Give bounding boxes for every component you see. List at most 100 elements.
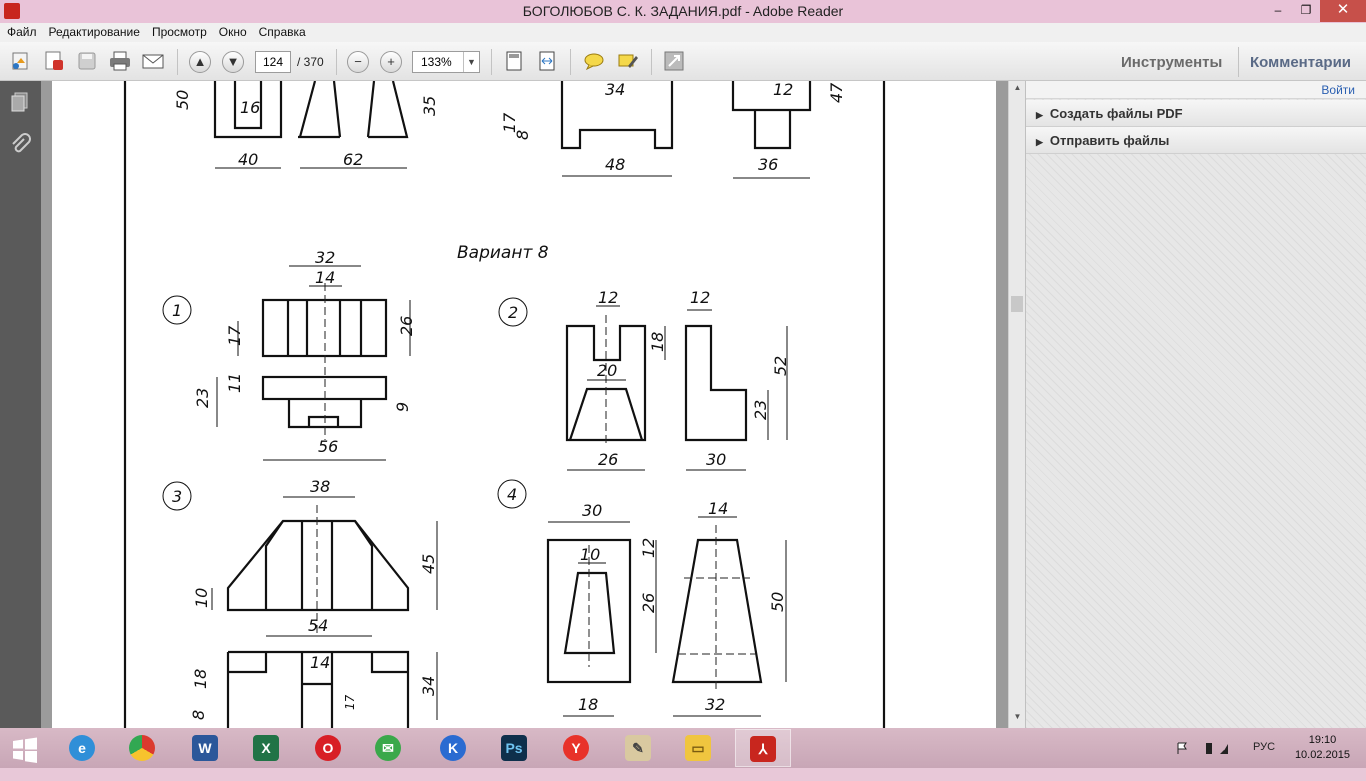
open-file-icon[interactable] [9, 50, 33, 74]
minimize-button[interactable]: – [1264, 0, 1292, 22]
chevron-down-icon[interactable]: ▼ [463, 52, 479, 72]
scroll-up-icon[interactable]: ▲ [1009, 83, 1026, 97]
dim-label: 30 [706, 450, 726, 469]
toolbar-separator [177, 49, 178, 75]
page-total: / 370 [297, 55, 324, 69]
comment-icon[interactable] [582, 50, 606, 74]
zoom-select[interactable]: 133% ▼ [412, 51, 480, 73]
yandex-browser-icon[interactable]: Y [548, 729, 604, 767]
dim-label: 47 [827, 82, 846, 103]
dim-label: 10 [580, 545, 600, 564]
menu-view[interactable]: Просмотр [145, 23, 212, 42]
print-icon[interactable] [108, 50, 132, 74]
dim-label: 16 [240, 98, 260, 117]
close-button[interactable]: ✕ [1320, 0, 1366, 22]
dim-label: 12 [598, 288, 618, 307]
dim-label: 40 [238, 150, 258, 169]
menu-edit[interactable]: Редактирование [42, 23, 145, 42]
technical-drawing: Вариант 8 50 16 40 62 35 17 8 34 48 12 4… [123, 81, 886, 728]
dim-label: 50 [768, 592, 787, 612]
menu-help[interactable]: Справка [252, 23, 311, 42]
clock-time: 19:10 [1308, 734, 1337, 746]
zoom-in-button[interactable]: + [380, 51, 402, 73]
dim-label: 18 [191, 669, 210, 689]
dim-label: 35 [420, 96, 439, 116]
save-icon[interactable] [75, 50, 99, 74]
word-icon[interactable]: W [177, 729, 233, 767]
send-files-section[interactable]: ▶ Отправить файлы [1026, 127, 1366, 154]
dim-label: 32 [705, 695, 725, 714]
dim-label: 36 [758, 155, 778, 174]
dim-label: 12 [639, 538, 658, 558]
menu-file[interactable]: Файл [0, 23, 42, 42]
variant-title: Вариант 8 [457, 243, 549, 263]
fullscreen-icon[interactable] [662, 50, 686, 74]
comments-tab[interactable]: Комментарии [1250, 54, 1351, 71]
dim-label: 9 [393, 402, 412, 412]
pdf-page: Вариант 8 50 16 40 62 35 17 8 34 48 12 4… [52, 81, 996, 728]
toolbar-separator [491, 49, 492, 75]
messenger-icon[interactable]: ✉ [360, 729, 416, 767]
dim-label: 30 [582, 501, 602, 520]
photoshop-icon[interactable]: Ps [486, 729, 542, 767]
dim-label: 54 [308, 616, 328, 635]
highlight-icon[interactable] [615, 50, 639, 74]
scroll-down-icon[interactable]: ▼ [1009, 712, 1026, 726]
menu-window[interactable]: Окно [212, 23, 252, 42]
restore-button[interactable]: ❐ [1292, 0, 1320, 22]
tools-tab[interactable]: Инструменты [1121, 54, 1222, 71]
dim-label: 17 [343, 694, 357, 710]
internet-explorer-icon[interactable]: e [54, 729, 110, 767]
dim-label: 62 [343, 150, 363, 169]
toolbar: ▲ ▼ 124 / 370 − + 133% ▼ Инструменты Ком… [0, 42, 1366, 81]
fit-width-icon[interactable] [535, 50, 559, 74]
start-button[interactable] [0, 729, 50, 767]
attachments-icon[interactable] [9, 133, 31, 155]
document-area[interactable]: Вариант 8 50 16 40 62 35 17 8 34 48 12 4… [41, 81, 1008, 728]
vertical-scrollbar[interactable]: ▲ ▼ [1008, 81, 1025, 728]
section-label: Отправить файлы [1049, 133, 1170, 148]
page-thumbnails-icon[interactable] [9, 91, 31, 113]
previous-page-button[interactable]: ▲ [189, 51, 211, 73]
create-pdf-section[interactable]: ▶ Создать файлы PDF [1026, 100, 1366, 127]
dim-label: 10 [192, 588, 211, 608]
language-indicator[interactable]: РУС [1253, 741, 1275, 781]
opera-icon[interactable]: O [300, 729, 356, 767]
dim-label: 14 [708, 499, 728, 518]
dim-label: 14 [315, 268, 335, 287]
dim-label: 14 [310, 653, 330, 672]
toolbar-separator [651, 49, 652, 75]
dim-label: 20 [597, 361, 617, 380]
dim-label: 17 [225, 325, 244, 346]
dim-label: 26 [397, 316, 416, 336]
tray-icons[interactable] [1176, 740, 1246, 780]
expand-arrow-icon: ▶ [1036, 110, 1043, 120]
title-bar: БОГОЛЮБОВ С. К. ЗАДАНИЯ.pdf - Adobe Read… [0, 0, 1366, 23]
page-number-input[interactable]: 124 [255, 51, 291, 73]
adobe-reader-taskbar-icon[interactable]: ⅄ [735, 729, 791, 767]
task-number: 2 [508, 303, 518, 322]
excel-icon[interactable]: X [238, 729, 294, 767]
toolbar-separator [570, 49, 571, 75]
menu-bar: Файл Редактирование Просмотр Окно Справк… [0, 23, 1366, 42]
notepad-icon[interactable]: ✎ [610, 729, 666, 767]
system-clock[interactable]: 19:10 10.02.2015 [1295, 733, 1350, 763]
task-number: 1 [172, 301, 182, 320]
sign-in-link[interactable]: Войти [1026, 81, 1366, 99]
task-number: 3 [172, 487, 182, 506]
create-pdf-icon[interactable] [42, 50, 66, 74]
zoom-out-button[interactable]: − [347, 51, 369, 73]
email-icon[interactable] [141, 50, 165, 74]
dim-label: 50 [173, 90, 192, 110]
fit-page-icon[interactable] [502, 50, 526, 74]
scroll-thumb[interactable] [1011, 296, 1023, 312]
window-controls: – ❐ ✕ [1264, 0, 1366, 22]
zoom-value: 133% [421, 55, 452, 69]
task-number: 4 [507, 485, 517, 504]
tools-panel: Войти ▶ Создать файлы PDF ▶ Отправить файл… [1025, 81, 1366, 728]
file-explorer-icon[interactable]: ▭ [670, 729, 726, 767]
dim-label: 8 [513, 130, 532, 140]
chrome-icon[interactable] [114, 729, 170, 767]
yandex-k-icon[interactable]: K [425, 729, 481, 767]
next-page-button[interactable]: ▼ [222, 51, 244, 73]
